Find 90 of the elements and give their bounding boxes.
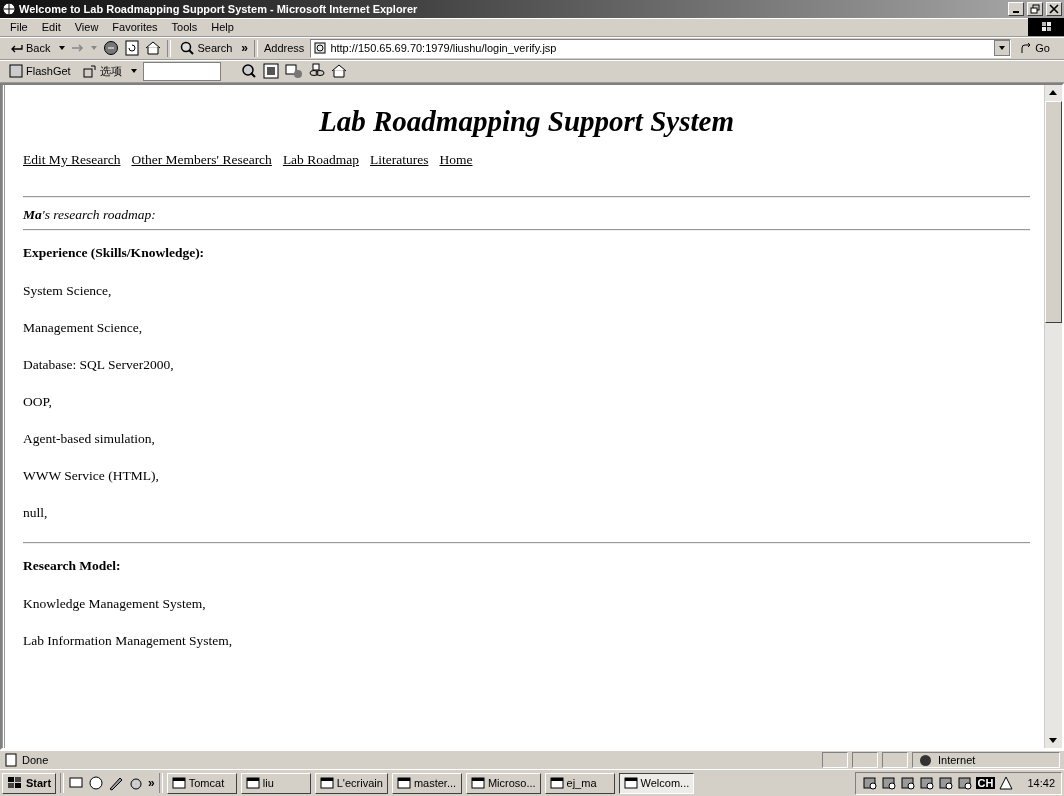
search-icon	[180, 41, 195, 56]
taskbar-button[interactable]: liu	[240, 772, 311, 794]
window-icon	[319, 776, 334, 791]
more-button[interactable]: »	[241, 41, 248, 56]
home-icon[interactable]	[330, 63, 347, 80]
tray-icon[interactable]	[880, 775, 897, 792]
windows-logo-icon	[7, 776, 23, 791]
window-icon	[245, 776, 260, 791]
page-title: Lab Roadmapping Support System	[318, 104, 735, 138]
restore-icon	[1030, 3, 1040, 14]
go-arrow-icon	[1020, 42, 1033, 55]
caret-icon[interactable]	[130, 69, 137, 74]
status-panel	[852, 752, 878, 769]
tray-icon[interactable]	[861, 775, 878, 792]
menu-item[interactable]: Favorites	[112, 21, 158, 34]
taskbar-button[interactable]: Microso...	[465, 772, 541, 794]
go-button[interactable]: Go	[1017, 42, 1058, 55]
search-icon[interactable]	[240, 63, 257, 80]
caret-icon[interactable]	[59, 46, 66, 51]
back-button[interactable]: Back	[6, 42, 54, 55]
status-text: Done	[22, 754, 49, 767]
window-icon[interactable]	[262, 63, 279, 80]
close-button[interactable]	[1046, 1, 1062, 16]
scroll-thumb[interactable]	[1045, 100, 1062, 323]
options-button[interactable]: 选项	[79, 63, 125, 79]
status-panel	[822, 752, 848, 769]
nav-link[interactable]: Edit My Research	[23, 151, 121, 168]
address-label: Address	[264, 42, 305, 55]
close-icon	[1049, 3, 1059, 14]
list-item: Database: SQL Server2000,	[23, 356, 175, 373]
nav-link[interactable]: Lab Roadmap	[282, 151, 359, 168]
list-item: Agent-based simulation,	[23, 430, 156, 447]
menu-item[interactable]: Tools	[171, 21, 198, 34]
search-button[interactable]: Search	[177, 41, 236, 56]
page-icon	[4, 753, 18, 768]
tray-icon[interactable]	[937, 775, 954, 792]
back-arrow-icon	[9, 42, 23, 55]
menu-item[interactable]: Help	[211, 21, 234, 34]
taskbar-button[interactable]: ej_ma	[544, 772, 615, 794]
minimize-button[interactable]	[1008, 1, 1024, 16]
menu-item[interactable]: View	[74, 21, 99, 34]
nav-link[interactable]: Other Members' Research	[131, 151, 272, 168]
menu-item[interactable]: File	[10, 21, 28, 34]
window-icon	[171, 776, 186, 791]
menu-item[interactable]: Edit	[41, 21, 61, 34]
nav-link[interactable]: Literatures	[370, 151, 429, 168]
tray-icon[interactable]	[998, 775, 1015, 792]
windows-logo-icon	[1028, 18, 1064, 37]
section-heading: Experience (Skills/Knowledge):	[23, 244, 206, 261]
taskbar-button[interactable]: L'ecrivain	[314, 772, 388, 794]
home-icon[interactable]	[145, 40, 162, 57]
zone-text: Internet	[938, 754, 976, 767]
app-icon	[9, 64, 23, 79]
language-indicator[interactable]: CH	[975, 777, 996, 790]
nav-link[interactable]: Home	[439, 151, 473, 168]
pen-icon[interactable]	[108, 775, 125, 792]
roadmap-heading: Ma's research roadmap:	[23, 206, 157, 223]
flashget-button[interactable]: FlashGet	[6, 64, 74, 79]
page-icon	[314, 42, 327, 55]
window-title: Welcome to Lab Roadmapping Support System - Microsoft Internet Explorer	[19, 2, 418, 15]
list-item: System Science,	[23, 282, 113, 299]
scrollbar[interactable]	[1044, 84, 1062, 749]
tray-icon[interactable]	[918, 775, 935, 792]
address-field[interactable]: http://150.65.69.70:1979/liushu/login_verify.jsp	[310, 38, 1012, 58]
taskbar-button[interactable]: Tomcat	[166, 772, 237, 794]
clock: 14:42	[1027, 777, 1055, 790]
list-item: Management Science,	[23, 319, 144, 336]
section-heading: Research Model:	[23, 557, 122, 574]
status-panel	[882, 752, 908, 769]
more-button[interactable]: »	[148, 776, 155, 791]
list-item: Knowledge Management System,	[23, 595, 207, 612]
taskbar-button[interactable]: master...	[391, 772, 462, 794]
stop-icon[interactable]	[103, 40, 120, 57]
list-item: null,	[23, 504, 49, 521]
window-icon	[623, 776, 638, 791]
taskbar-button[interactable]: Welcom...	[618, 772, 695, 794]
window-icon	[470, 776, 485, 791]
tray-icon[interactable]	[956, 775, 973, 792]
minimize-icon	[1013, 10, 1019, 13]
list-item: WWW Service (HTML),	[23, 467, 160, 484]
list-item: Lab Information Management System,	[23, 632, 234, 649]
input-field[interactable]	[142, 61, 221, 81]
window-icon	[549, 776, 564, 791]
restore-button[interactable]	[1027, 1, 1043, 16]
tray-icon[interactable]	[899, 775, 916, 792]
window-icon	[396, 776, 411, 791]
refresh-icon[interactable]	[125, 40, 140, 57]
dropdown-arrow-icon[interactable]	[994, 40, 1011, 57]
list-item: OOP,	[23, 393, 53, 410]
start-button[interactable]: Start	[2, 772, 57, 794]
